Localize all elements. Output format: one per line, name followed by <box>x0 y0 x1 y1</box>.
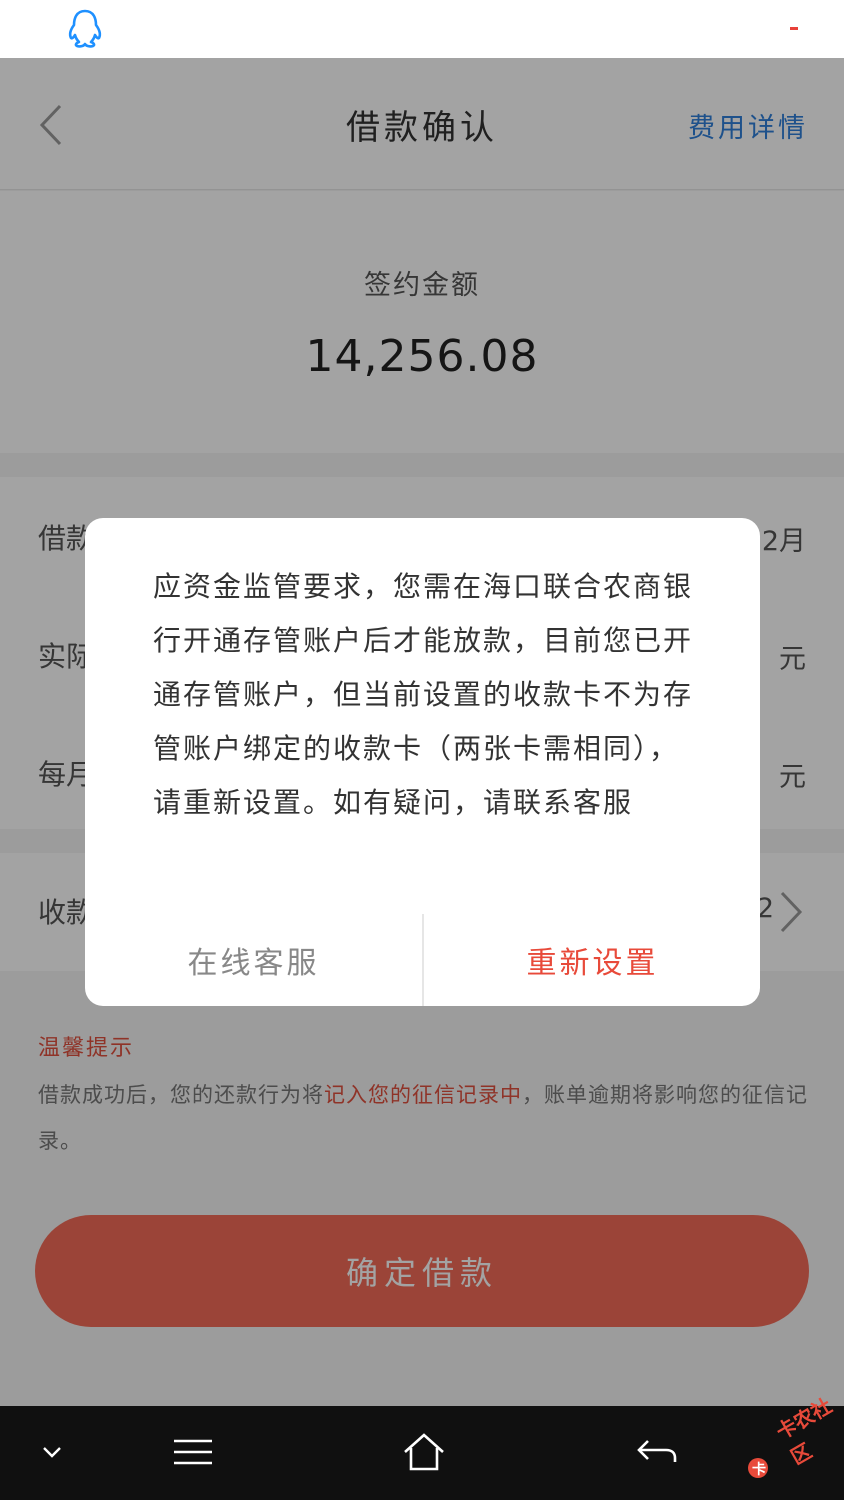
qq-penguin-icon <box>68 9 102 48</box>
dialog-message: 应资金监管要求，您需在海口联合农商银行开通存管账户后才能放款，目前您已开通存管账… <box>153 570 694 819</box>
alert-dialog: 应资金监管要求，您需在海口联合农商银行开通存管账户后才能放款，目前您已开通存管账… <box>85 518 760 1006</box>
online-service-button[interactable]: 在线客服 <box>85 914 422 1006</box>
menu-icon[interactable] <box>172 1438 214 1466</box>
chevron-down-icon[interactable] <box>40 1444 64 1460</box>
dialog-actions: 在线客服 重新设置 <box>85 914 760 1006</box>
reset-card-button[interactable]: 重新设置 <box>424 914 760 1006</box>
notification-indicator <box>790 27 798 30</box>
back-arrow-icon[interactable] <box>636 1438 678 1466</box>
home-icon[interactable] <box>402 1432 446 1472</box>
status-bar <box>0 0 844 58</box>
svg-text:卡: 卡 <box>752 1461 766 1478</box>
system-nav-bar <box>0 1406 844 1500</box>
